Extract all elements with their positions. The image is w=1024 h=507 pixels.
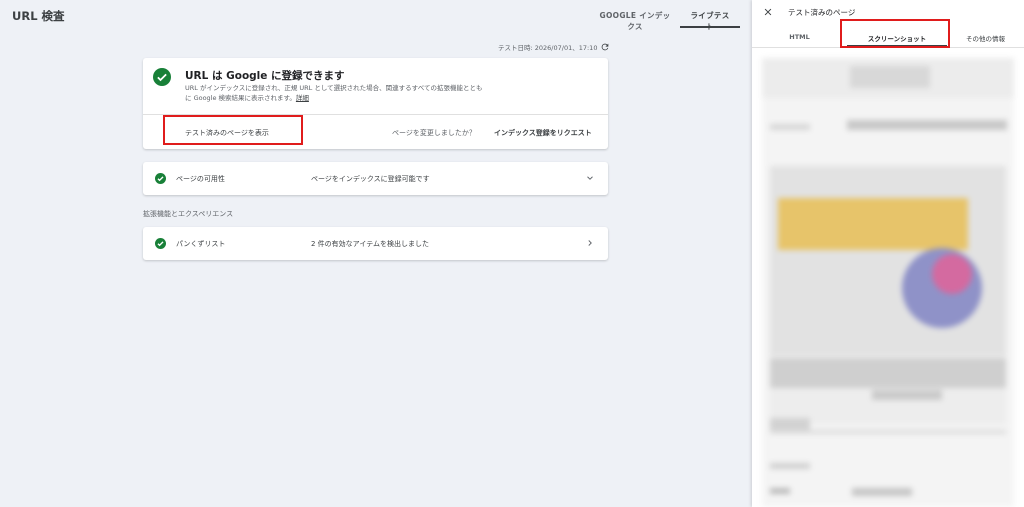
chevron-right-icon[interactable] xyxy=(585,238,595,248)
panel-title: テスト済みのページ xyxy=(788,8,856,17)
test-time: テスト日時: 2026/07/01、17:10 xyxy=(498,42,610,52)
request-indexing-button[interactable]: インデックス登録をリクエスト xyxy=(494,128,592,138)
availability-label: ページの可用性 xyxy=(176,175,225,183)
close-icon[interactable] xyxy=(763,7,773,17)
page-title: URL 検査 xyxy=(12,9,65,23)
tab-live-test[interactable]: ライブテスト xyxy=(680,0,740,31)
detail-link[interactable]: 詳細 xyxy=(296,94,309,102)
top-tabs: GOOGLE インデックス ライブテスト xyxy=(590,0,740,31)
tab-more-info[interactable]: その他の情報 xyxy=(947,28,1024,47)
breadcrumb-value: 2 件の有効なアイテムを検出しました xyxy=(311,240,429,248)
breadcrumb-row[interactable]: パンくずリスト 2 件の有効なアイテムを検出しました xyxy=(143,227,608,260)
check-circle-icon xyxy=(153,68,171,86)
index-status-summary: URL は Google に登録できます URL がインデックスに登録され、正規… xyxy=(143,58,608,114)
chevron-down-icon[interactable] xyxy=(585,173,595,183)
page-availability-row[interactable]: ページの可用性 ページをインデックスに登録可能です xyxy=(143,162,608,195)
tab-google-index[interactable]: GOOGLE インデックス xyxy=(590,0,680,31)
test-time-text: テスト日時: 2026/07/01、17:10 xyxy=(498,44,598,52)
page-changed-question: ページを変更しましたか？ xyxy=(392,129,476,137)
index-status-heading: URL は Google に登録できます xyxy=(185,70,345,82)
availability-value: ページをインデックスに登録可能です xyxy=(311,175,430,183)
highlight-screenshot-tab xyxy=(840,19,950,48)
tab-html[interactable]: HTML xyxy=(752,28,847,47)
check-circle-icon xyxy=(155,238,166,249)
enhancements-section-label: 拡張機能とエクスペリエンス xyxy=(143,210,234,218)
tested-page-panel: テスト済みのページ HTML スクリーンショット その他の情報 xyxy=(752,0,1024,507)
refresh-icon[interactable] xyxy=(600,42,610,52)
index-status-description: URL がインデックスに登録され、正規 URL として選択された場合、関連するす… xyxy=(185,83,485,103)
check-circle-icon xyxy=(155,173,166,184)
page-screenshot xyxy=(762,58,1014,507)
highlight-view-tested-page xyxy=(163,115,303,145)
description-text: URL がインデックスに登録され、正規 URL として選択された場合、関連するす… xyxy=(185,84,483,102)
breadcrumb-label: パンくずリスト xyxy=(176,240,226,248)
